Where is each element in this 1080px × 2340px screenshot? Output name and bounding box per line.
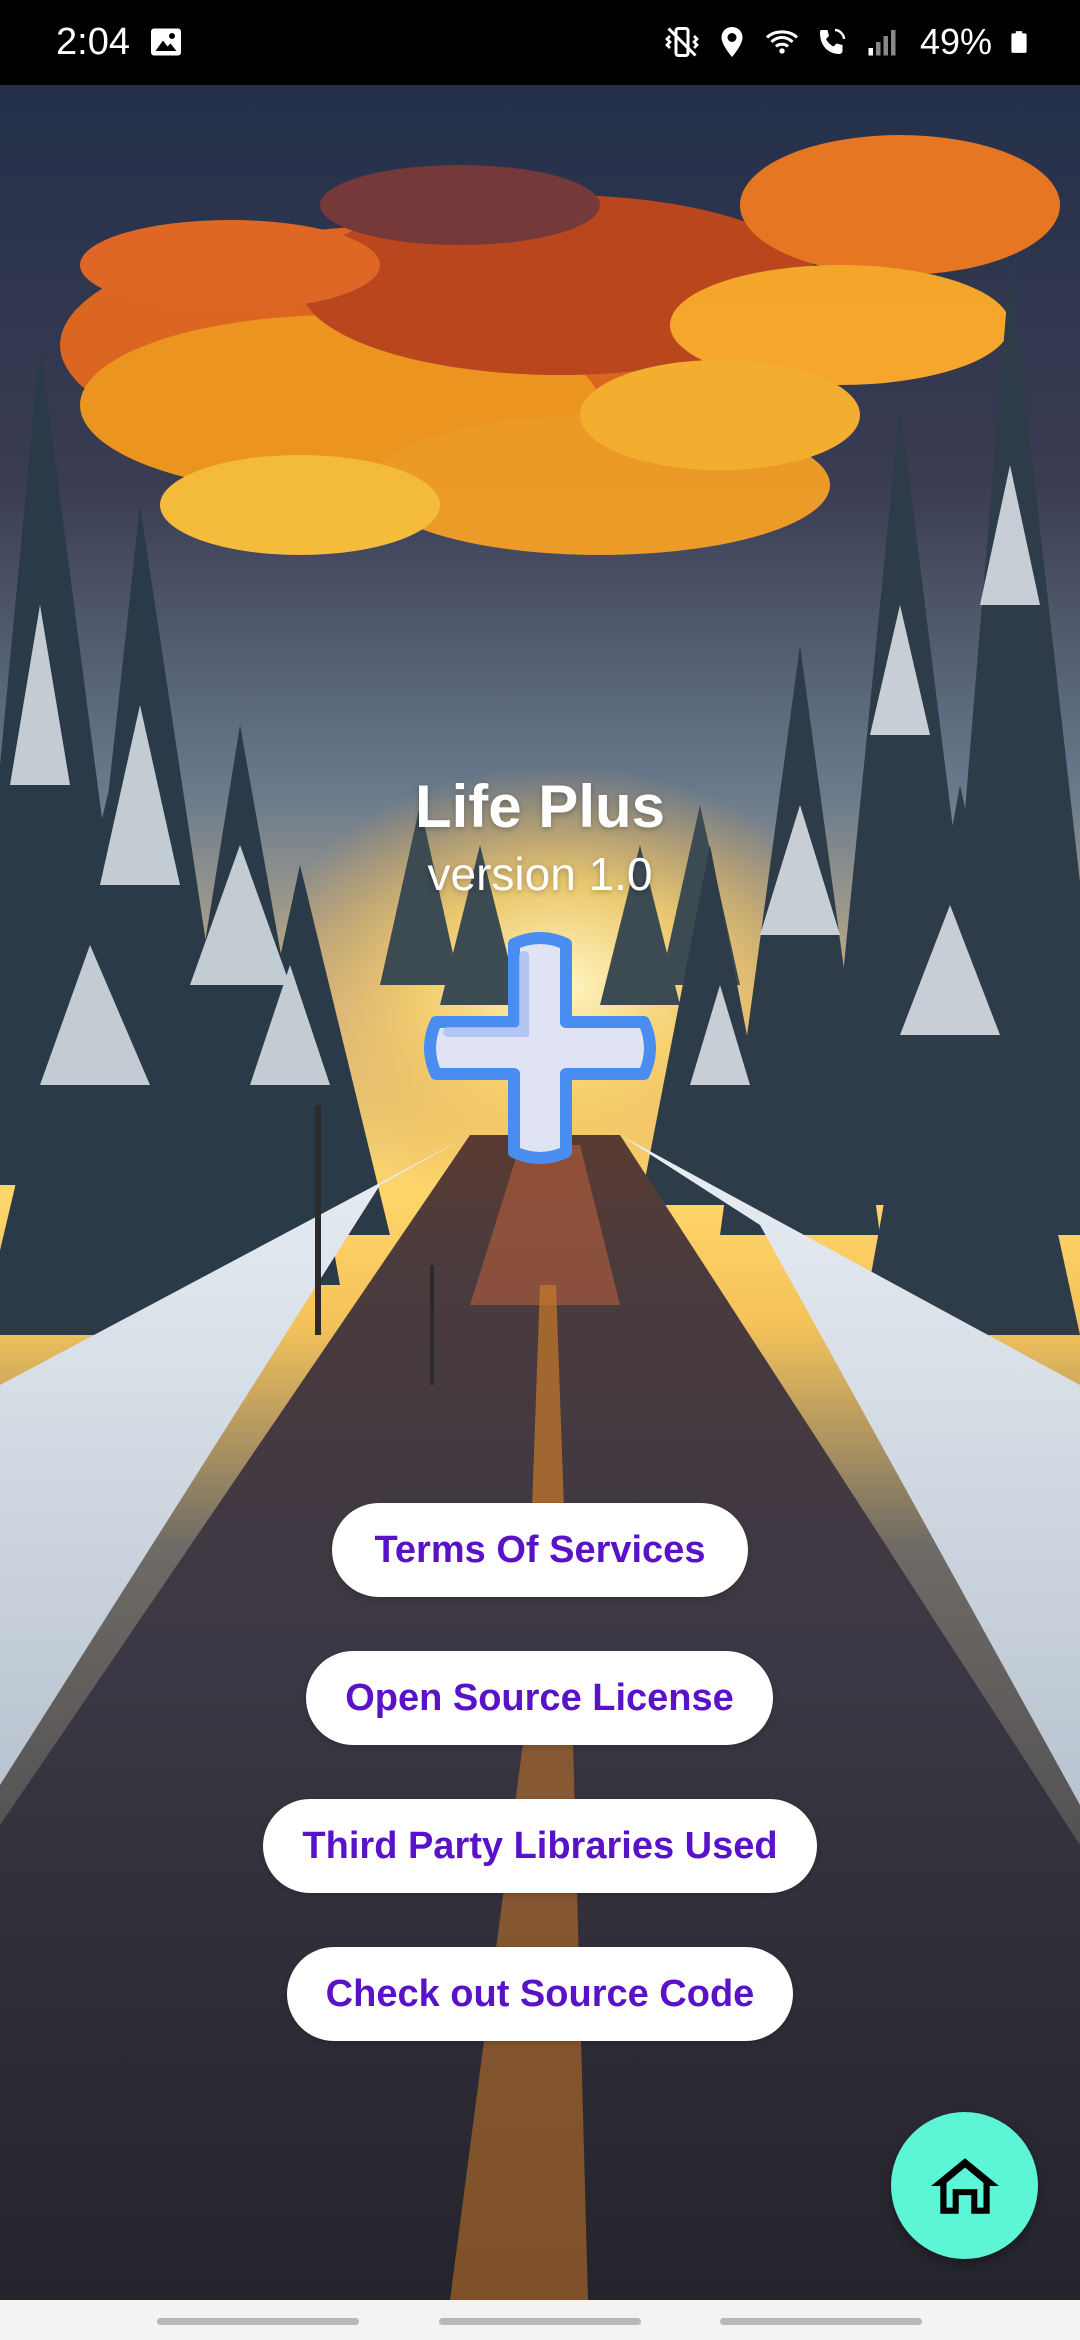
home-fab-button[interactable] (891, 2112, 1038, 2259)
battery-percent: 49% (919, 21, 992, 62)
third-party-libraries-button[interactable]: Third Party Libraries Used (263, 1799, 817, 1893)
gallery-icon (151, 28, 181, 56)
wifi-calling-icon (819, 28, 846, 54)
nav-recents-handle[interactable] (157, 2318, 359, 2325)
status-time: 2:04 (56, 21, 130, 63)
status-bar: 2:04 49% (0, 0, 1080, 85)
open-source-license-button[interactable]: Open Source License (306, 1651, 773, 1745)
app-screen: 2:04 49% Life Plus version 1.0 Terms Of … (0, 0, 1080, 2340)
plus-icon (424, 932, 656, 1164)
app-version: version 1.0 (427, 848, 653, 900)
signal-icon (868, 30, 896, 56)
terms-of-services-button[interactable]: Terms Of Services (332, 1503, 748, 1597)
status-icons: 49% (664, 18, 1032, 66)
navigation-bar (0, 2300, 1080, 2340)
vibrate-icon (665, 27, 699, 57)
battery-icon (1011, 31, 1027, 53)
wifi-icon (765, 30, 798, 54)
nav-home-handle[interactable] (439, 2318, 641, 2325)
app-title: Life Plus (414, 773, 666, 840)
home-icon (930, 2157, 999, 2214)
nav-back-handle[interactable] (720, 2318, 922, 2325)
check-out-source-code-button[interactable]: Check out Source Code (287, 1947, 793, 2041)
location-icon (721, 27, 743, 57)
